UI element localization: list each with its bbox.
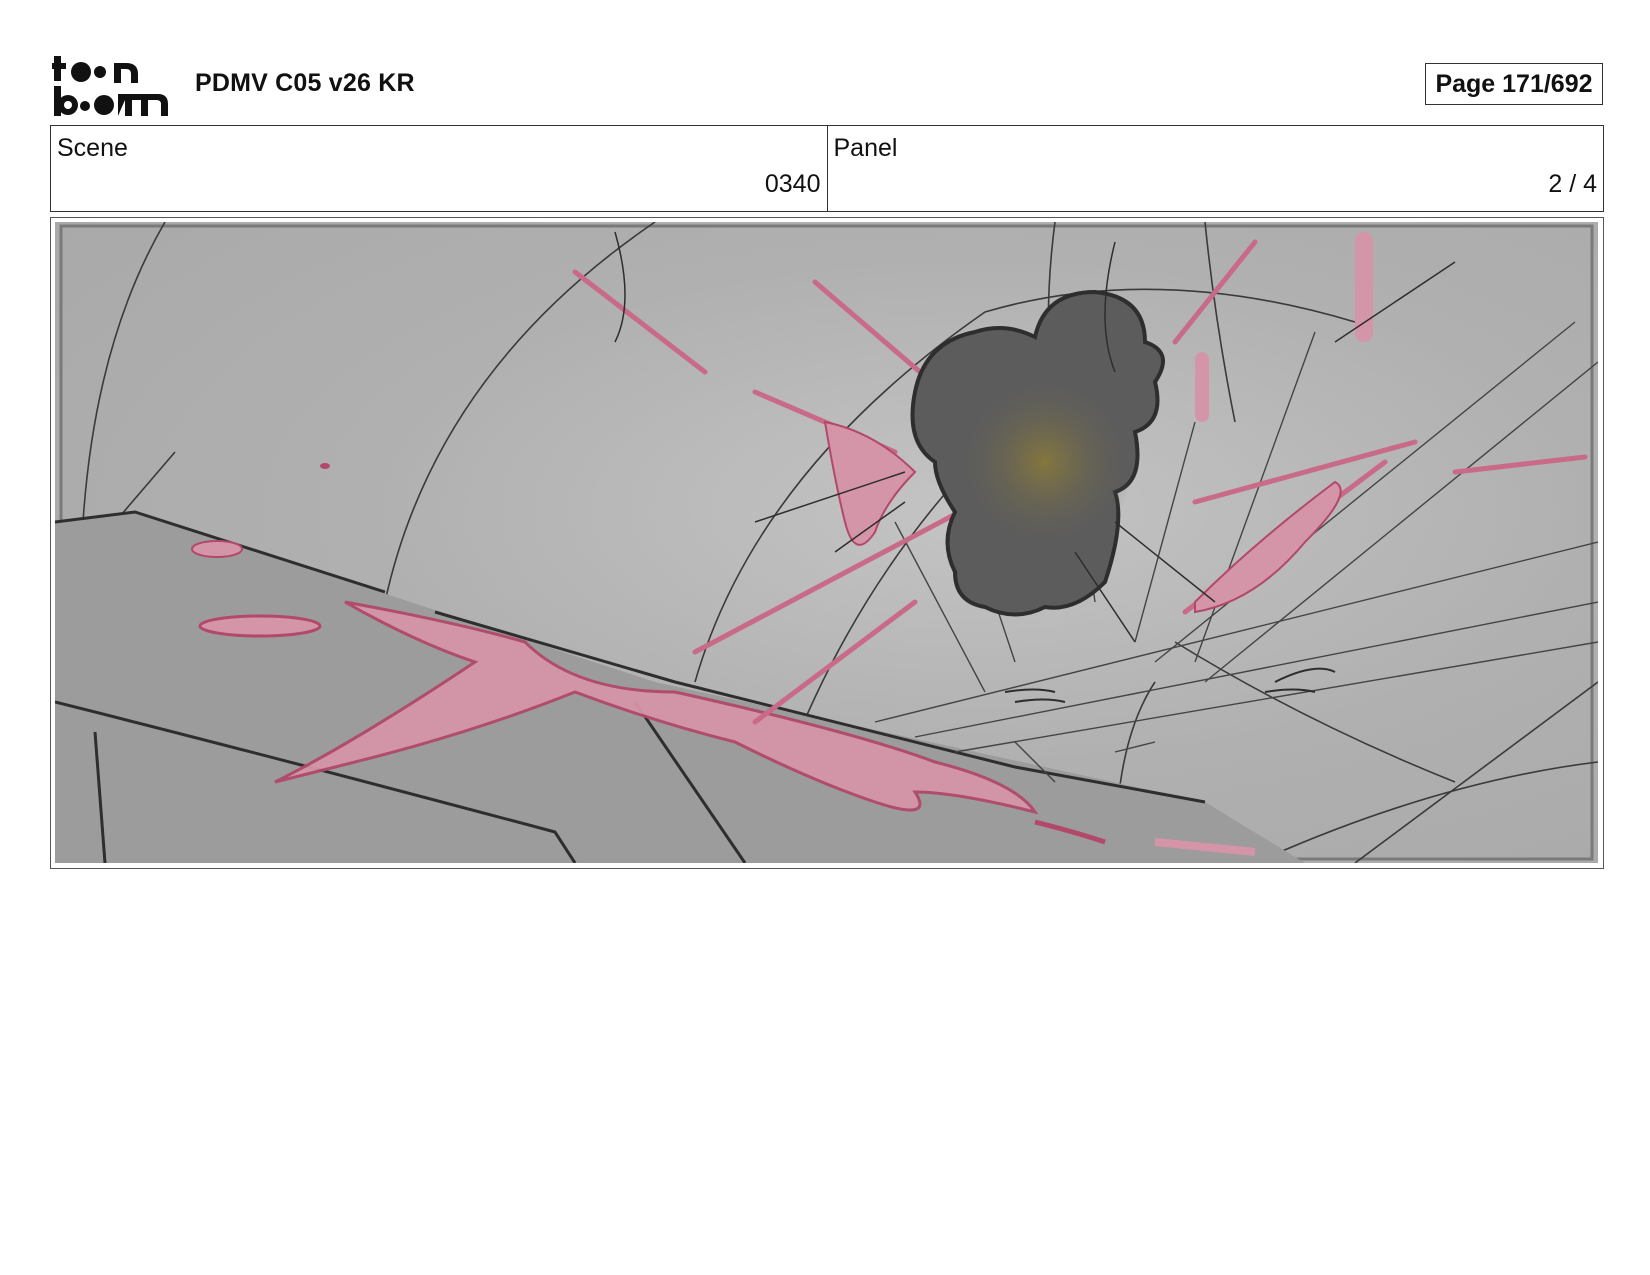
panel-number: 2 / 4	[1548, 170, 1597, 198]
page-indicator: Page 171/692	[1425, 63, 1603, 105]
scene-number: 0340	[764, 170, 821, 198]
scene-label: Scene	[57, 134, 128, 162]
panel-label: Panel	[833, 134, 898, 162]
document-title: PDMV C05 v26 KR	[195, 69, 415, 97]
scene-cell: Scene 0340	[51, 126, 827, 211]
toon-boom-logo	[52, 56, 168, 116]
panel-cell: Panel 2 / 4	[826, 126, 1604, 211]
scene-panel-info: Scene 0340 Panel 2 / 4	[50, 125, 1604, 212]
storyboard-panel	[50, 217, 1604, 869]
storyboard-sketch-image	[55, 222, 1598, 863]
